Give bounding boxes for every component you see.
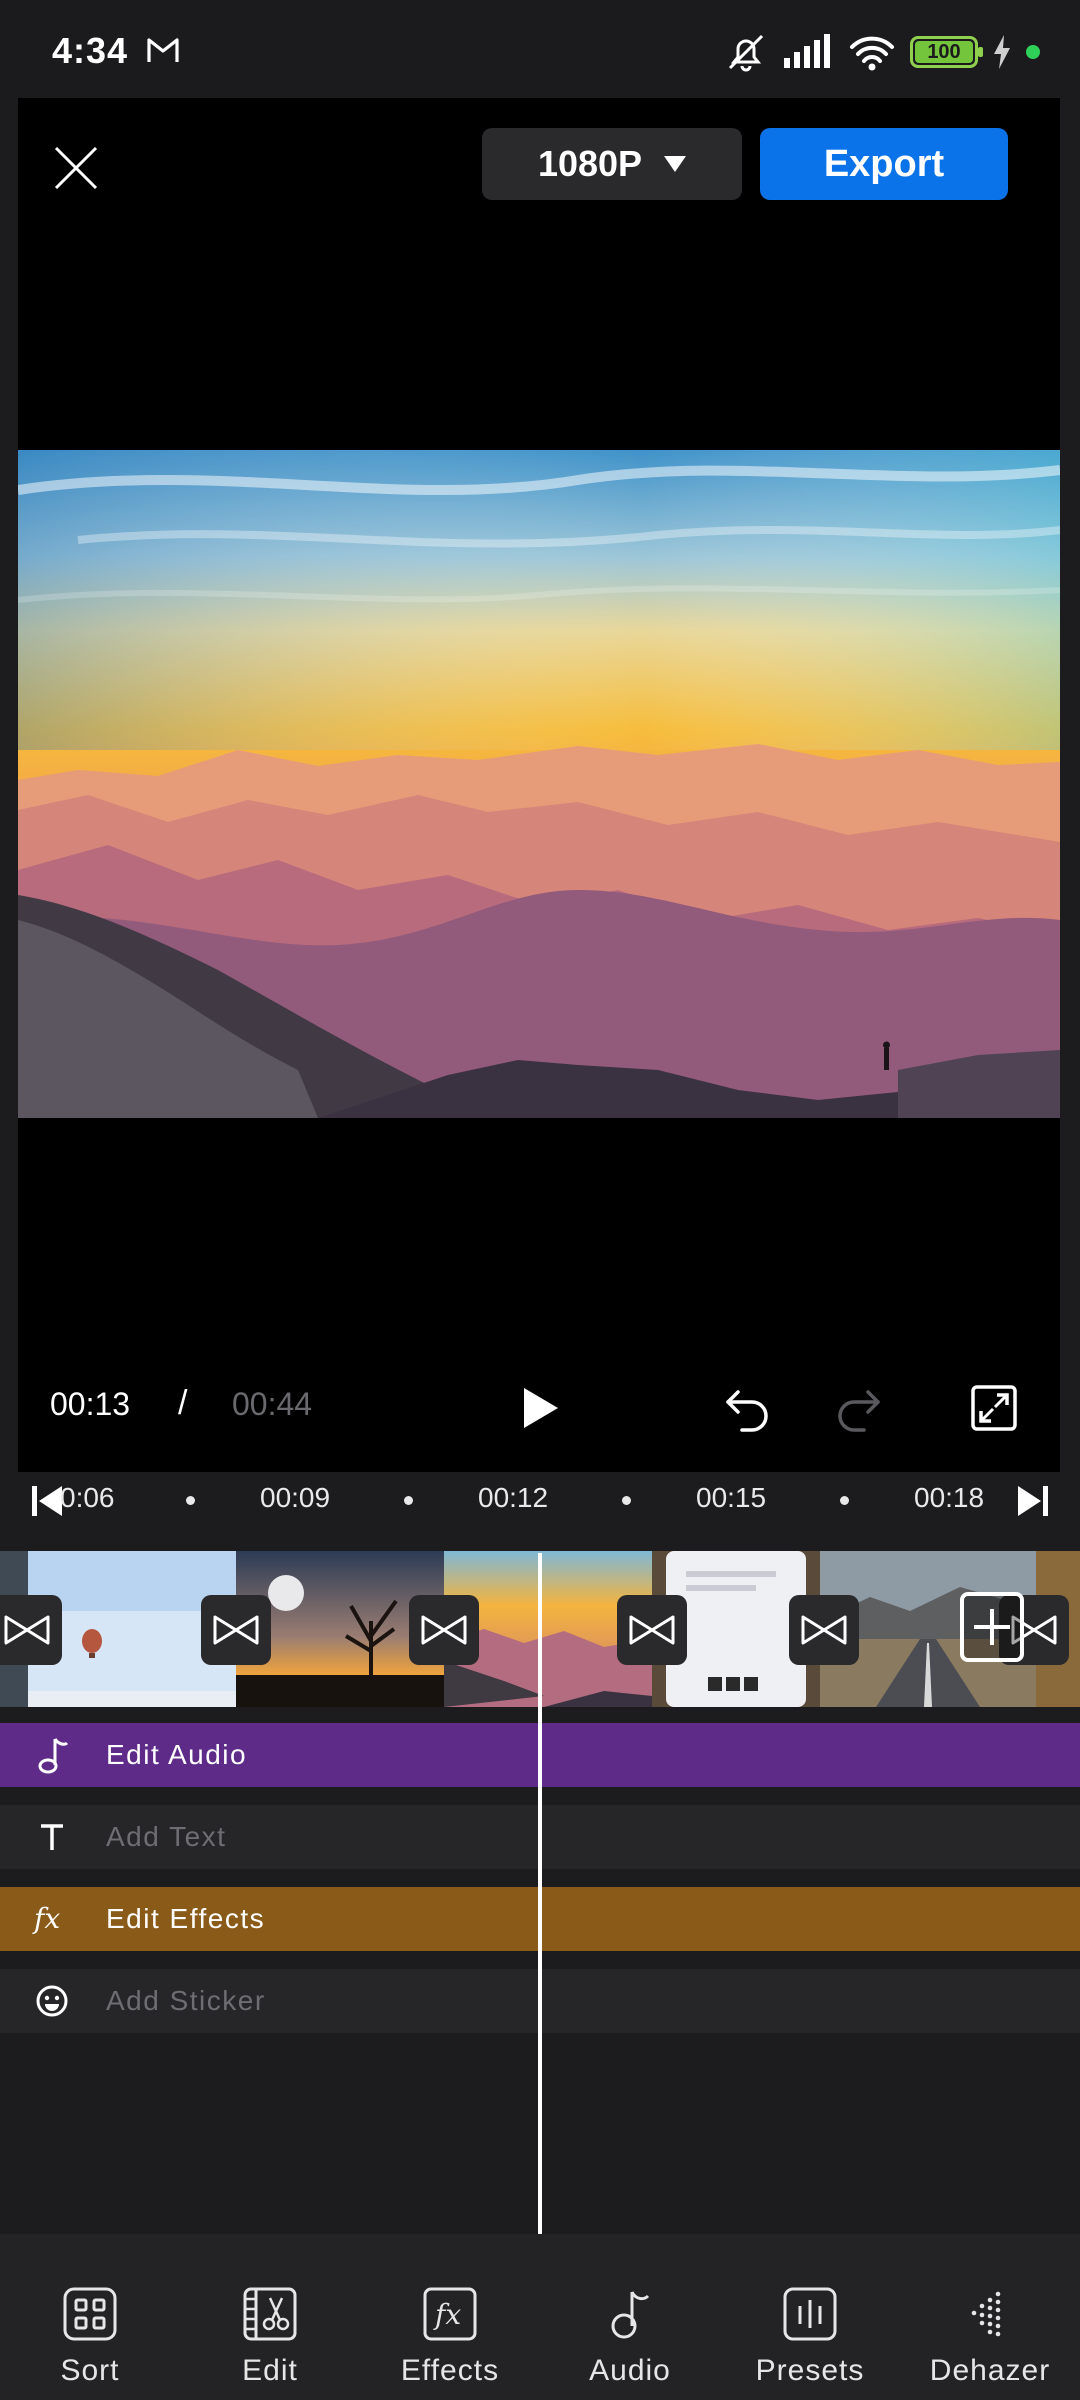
undo-icon[interactable] (722, 1380, 774, 1432)
fullscreen-icon[interactable] (970, 1384, 1018, 1432)
skip-to-end-icon[interactable] (1016, 1484, 1050, 1518)
add-sticker-label: Add Sticker (106, 1985, 266, 2016)
add-text-label: Add Text (106, 1821, 227, 1852)
svg-text:fx: fx (32, 1902, 60, 1935)
resolution-dropdown[interactable]: 1080P (482, 128, 742, 200)
sort-grid-icon (63, 2287, 117, 2341)
music-note-icon (38, 1738, 69, 1774)
transition-icon[interactable] (789, 1595, 859, 1665)
status-bar: 4:34 100 (0, 0, 1080, 100)
ruler-dot (622, 1496, 631, 1505)
ruler-label: 0:06 (60, 1482, 115, 1513)
scissors-icon (243, 2287, 297, 2341)
video-editor-screen: 4:34 100 1080P Export 00:13 / 00:44 0:06… (0, 0, 1080, 2400)
edit-audio-label: Edit Audio (106, 1739, 248, 1770)
time-separator: / (178, 1384, 188, 1422)
music-note-icon (611, 2291, 650, 2339)
svg-text:fx: fx (433, 2298, 461, 2331)
ruler-label: 00:09 (260, 1482, 331, 1513)
timeline-ruler[interactable]: 0:06 00:09 00:12 00:15 00:18 (0, 1472, 1080, 1528)
dehazer-icon (971, 2291, 1001, 2337)
gmail-icon (147, 38, 179, 62)
status-icons: 100 (724, 32, 1040, 72)
charging-bolt-icon (994, 35, 1010, 69)
add-clip-button[interactable] (960, 1592, 1024, 1662)
ruler-dot (840, 1496, 849, 1505)
nav-label: Dehazer (929, 2354, 1051, 2387)
ruler-label: 00:15 (696, 1482, 767, 1513)
video-preview-panel: 1080P Export 00:13 / 00:44 (18, 98, 1060, 1472)
nav-edit[interactable]: Edit (180, 2234, 360, 2400)
nav-sort[interactable]: Sort (0, 2234, 180, 2400)
mute-bell-icon (728, 34, 764, 72)
wifi-icon (850, 36, 894, 71)
playhead[interactable] (538, 1553, 542, 2234)
video-frame[interactable] (18, 450, 1060, 1118)
battery-icon: 100 (910, 36, 983, 68)
edit-effects-label: Edit Effects (106, 1903, 266, 1934)
smiley-icon (36, 1985, 68, 2017)
nav-label: Audio (589, 2354, 671, 2387)
close-icon[interactable] (46, 138, 106, 198)
presets-icon (783, 2287, 837, 2341)
nav-label: Sort (60, 2354, 120, 2387)
nav-dehazer[interactable]: Dehazer (900, 2234, 1080, 2400)
skip-to-start-icon[interactable] (30, 1484, 64, 1518)
privacy-indicator-dot (1026, 45, 1040, 59)
total-duration: 00:44 (232, 1386, 313, 1422)
ruler-label: 00:12 (478, 1482, 549, 1513)
ruler-dot (404, 1496, 413, 1505)
fx-icon: fx (32, 1902, 60, 1935)
bottom-toolbar: Sort Edit fx Effects Audio Presets Dehaz… (0, 2234, 1080, 2400)
transition-icon[interactable] (617, 1595, 687, 1665)
text-icon (41, 1824, 63, 1850)
nav-label: Edit (242, 2354, 298, 2387)
resolution-value: 1080P (537, 143, 643, 184)
current-time: 00:13 (50, 1386, 131, 1422)
nav-presets[interactable]: Presets (720, 2234, 900, 2400)
nav-audio[interactable]: Audio (540, 2234, 720, 2400)
signal-icon (784, 34, 830, 68)
transition-icon[interactable] (0, 1595, 62, 1665)
ruler-label: 00:18 (914, 1482, 985, 1513)
status-time: 4:34 (52, 30, 129, 71)
transition-icon[interactable] (201, 1595, 271, 1665)
transition-icon[interactable] (409, 1595, 479, 1665)
fx-icon: fx (423, 2287, 477, 2341)
ruler-dot (186, 1496, 195, 1505)
nav-effects[interactable]: fx Effects (360, 2234, 540, 2400)
battery-level: 100 (927, 40, 961, 63)
nav-label: Effects (400, 2354, 500, 2387)
nav-label: Presets (755, 2354, 865, 2387)
redo-icon[interactable] (832, 1380, 884, 1432)
export-button[interactable]: Export (760, 128, 1008, 200)
dropdown-triangle-icon (664, 156, 687, 172)
play-icon[interactable] (518, 1384, 562, 1432)
